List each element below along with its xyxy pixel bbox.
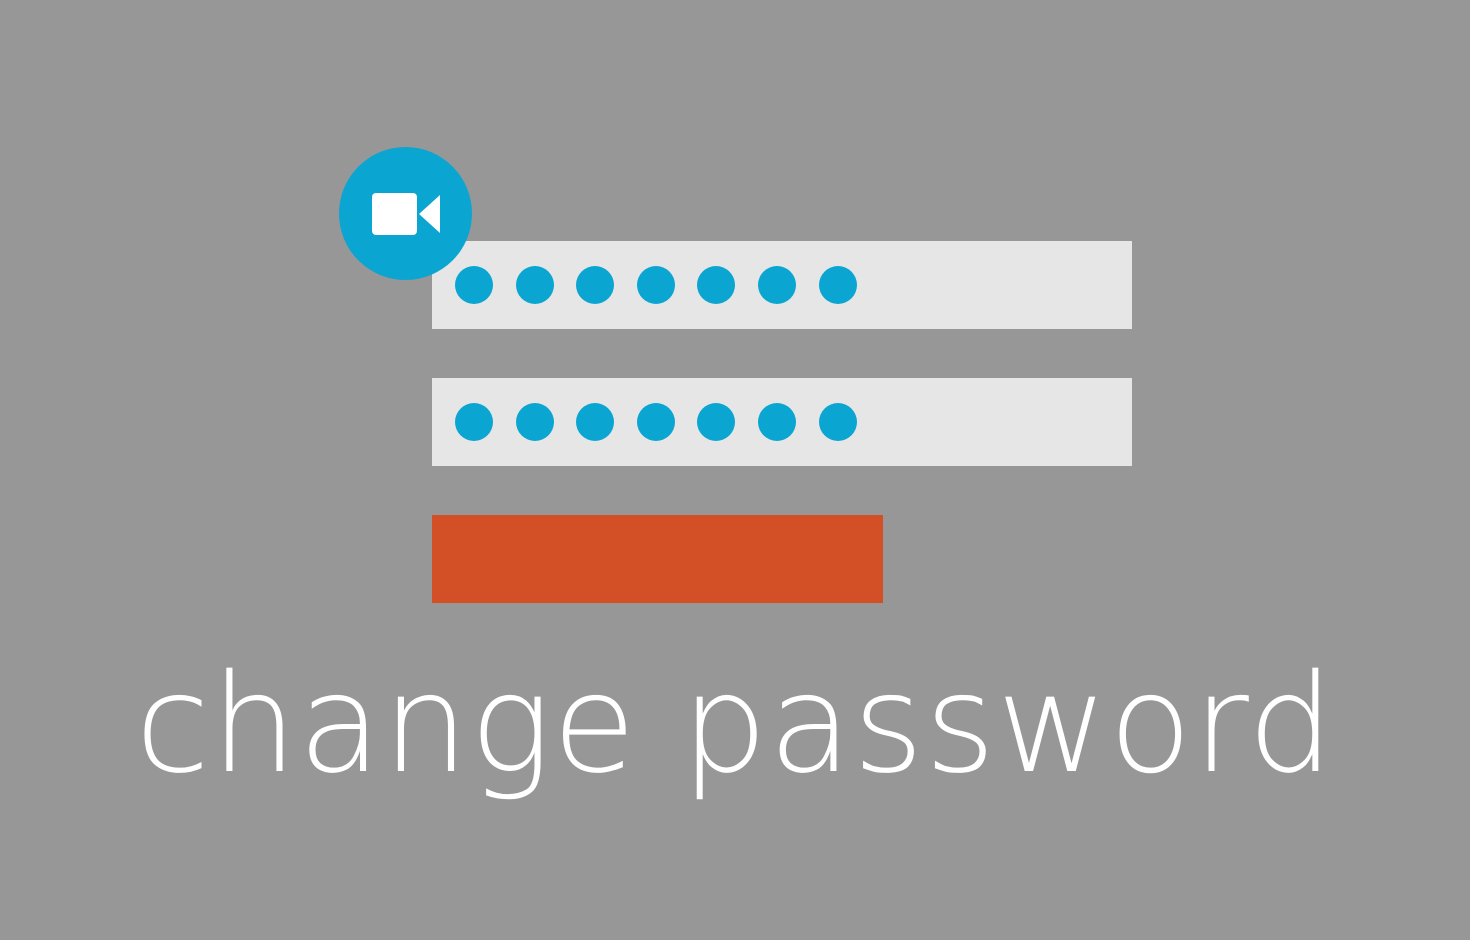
mask-dot [455,403,493,441]
mask-dot [697,403,736,441]
password-field-current[interactable] [432,241,1132,329]
mask-dot [818,266,857,304]
mask-dot [818,403,857,441]
mask-dot [576,403,615,441]
mask-dot [757,403,796,441]
page-caption: change password [135,646,1335,804]
mask-dot [697,266,736,304]
submit-button[interactable] [432,515,883,603]
masked-password-dots [455,266,879,304]
mask-dot [515,403,554,441]
masked-password-dots [455,403,879,441]
mask-dot [455,266,493,304]
password-field-new[interactable] [432,378,1132,466]
video-camera-icon [372,193,440,235]
mask-dot [757,266,796,304]
mask-dot [576,266,615,304]
video-badge [339,147,472,280]
mask-dot [636,266,675,304]
mask-dot [515,266,554,304]
mask-dot [636,403,675,441]
